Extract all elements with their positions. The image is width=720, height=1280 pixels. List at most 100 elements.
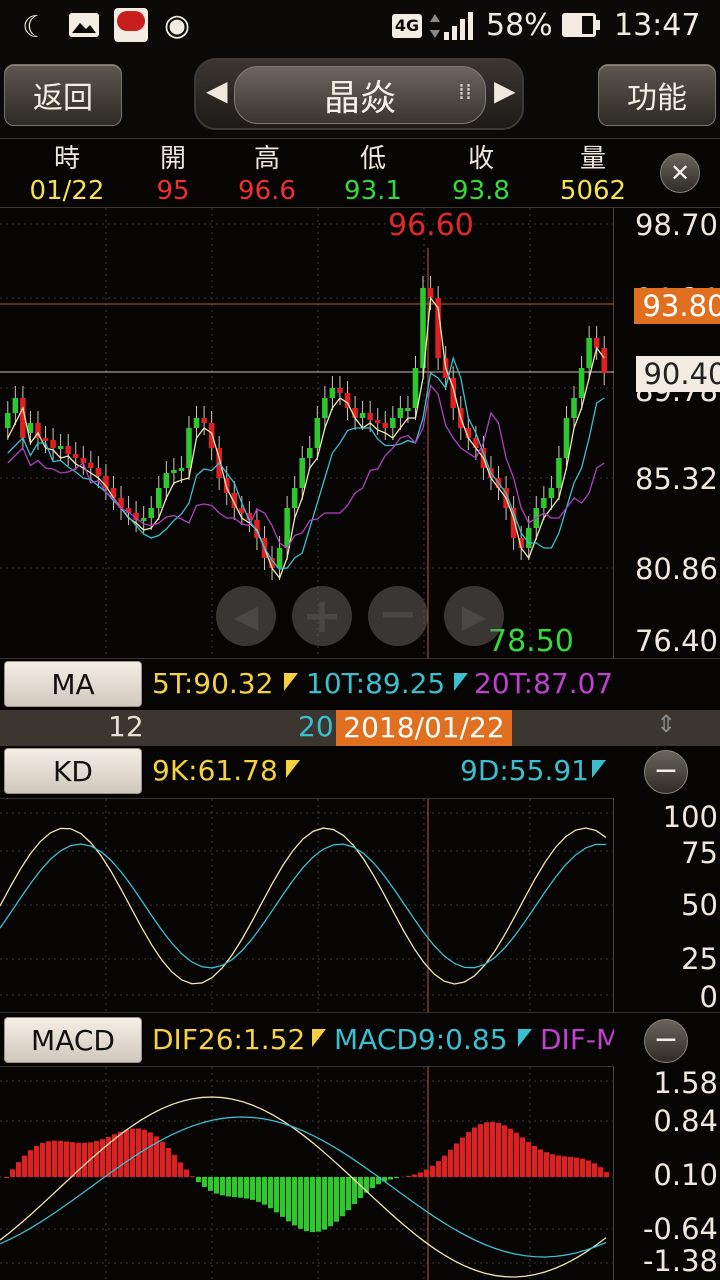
osc-bar [124,1129,129,1177]
osc-bar [346,1177,351,1211]
candle-body [525,528,532,548]
osc-bar [178,1162,183,1177]
ma5-marker [284,673,298,691]
ma-button[interactable]: MA [4,661,142,707]
back-button[interactable]: 返回 [4,64,122,126]
osc-bar [322,1177,327,1230]
candle-body [299,458,305,488]
osc-bar [58,1140,63,1177]
macd-value: MACD9:0.85 [334,1023,508,1056]
osc-bar [256,1177,261,1202]
osc-bar [172,1155,177,1177]
candle-body [284,508,290,548]
osc-bar [238,1177,243,1198]
candle-body [95,468,102,476]
collapse-macd-icon[interactable]: − [644,1019,688,1063]
macd-axis-label: 1.58 [653,1066,718,1100]
osc-bar [94,1141,99,1177]
kd-button[interactable]: KD [4,748,142,794]
cursor-price-tag: 90.40 [636,356,720,392]
kd-chart[interactable] [0,798,614,1013]
osc-bar [490,1121,495,1177]
osc-bar [424,1169,429,1177]
d-line [0,843,607,969]
scroll-left-icon[interactable]: ◀ [216,586,276,646]
quote-label: 高 [253,144,280,174]
zoom-out-icon[interactable]: − [368,586,428,646]
image-icon [69,13,99,37]
osc-bar [226,1177,231,1197]
quote-value: 01/22 [29,176,105,206]
date-bar: 12 20 2018/01/22 ⇕ [0,710,720,746]
osc-bar [46,1141,51,1177]
macd-marker [518,1029,532,1047]
osc-bar [52,1140,57,1177]
candle-body [65,446,71,454]
scroll-right-icon[interactable]: ▶ [444,586,504,646]
prev-stock-arrow-icon[interactable]: ◀ [206,74,228,107]
candle-body [148,508,154,518]
osc-bar [190,1176,195,1177]
candle-body [178,468,185,471]
battery-percent: 58% [486,8,553,43]
osc-bar [412,1174,417,1177]
stock-title[interactable]: 晶焱 [234,66,486,124]
candle-body [412,368,419,408]
ma10-value: 10T:89.25 [306,667,446,700]
app-notification-icon [114,8,148,42]
candle-body [397,408,404,418]
macd-chart[interactable] [0,1066,614,1280]
quote-label: 開 [159,144,186,174]
kd-axis: 100 75 50 25 0 [614,798,720,1014]
ma10-marker [454,673,468,691]
candle-body [5,413,11,428]
osc-bar [250,1177,255,1200]
osc-bar [454,1143,459,1177]
candle-body [367,413,373,420]
osc-bar [160,1141,165,1177]
price-axis-label: 85.32 [634,462,718,496]
osc-bar [214,1177,219,1194]
osc-bar [208,1177,213,1191]
osc-bar [280,1177,285,1217]
candle-body [601,348,607,373]
osc-bar [16,1162,21,1177]
osc-bar [436,1161,441,1177]
macd-button[interactable]: MACD [4,1017,142,1063]
price-chart[interactable]: 96.60 78.50 ◀ + − ▶ [0,208,614,659]
osc-bar [388,1177,393,1180]
collapse-kd-icon[interactable]: − [644,750,688,794]
osc-bar [70,1142,75,1177]
quote-low: 低 93.1 [328,143,418,207]
osc-bar [100,1139,105,1177]
quote-label: 收 [467,144,494,174]
osc-bar [142,1129,147,1177]
osc-bar [34,1145,39,1177]
close-icon[interactable]: ✕ [660,153,700,193]
moon-icon: ☾ [22,10,49,45]
osc-bar [580,1158,585,1177]
osc-bar [526,1141,531,1177]
price-axis-label: 76.40 [634,624,718,658]
next-stock-arrow-icon[interactable]: ▶ [494,74,516,107]
osc-bar [568,1156,573,1177]
stock-switcher: ◀ 晶焱 ⁞⁞ ▶ [194,58,524,130]
candle-body [50,440,56,448]
osc-bar [496,1122,501,1177]
osc-bar [184,1169,189,1177]
zoom-in-icon[interactable]: + [292,586,352,646]
resize-handle-icon[interactable]: ⇕ [656,710,676,738]
price-axis-label: 98.70 [634,208,718,242]
d-value: 9D:55.91 [460,754,589,787]
osc-bar [262,1177,267,1205]
candle-body [291,488,298,508]
osc-bar [418,1172,423,1177]
function-button[interactable]: 功能 [598,64,716,126]
quote-volume: 量 5062 [548,143,638,207]
date-tick: 12 [108,710,144,743]
drag-handle-icon[interactable]: ⁞⁞ [458,80,472,105]
osc-bar [196,1177,201,1183]
quote-label: 量 [579,144,606,174]
osc-bar [220,1177,225,1196]
osc-bar [232,1177,237,1198]
